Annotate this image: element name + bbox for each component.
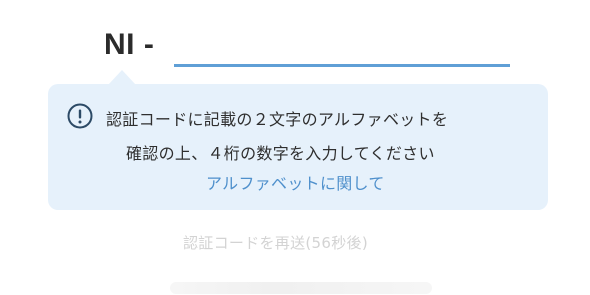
code-entry-row: NI -: [104, 26, 514, 72]
alphabet-help-link[interactable]: アルファベットに関して: [206, 170, 385, 194]
code-input[interactable]: [174, 30, 510, 67]
resend-code-button[interactable]: 認証コードを再送(56秒後): [183, 232, 368, 253]
tooltip-message-line1: 認証コードに記載の２文字のアルファベットを: [106, 110, 449, 129]
tooltip-message-line2: 確認の上、４桁の数字を入力してください: [126, 144, 435, 163]
faded-text-placeholder: [170, 282, 432, 294]
code-prefix: NI -: [104, 28, 155, 61]
tooltip-arrow: [108, 70, 136, 85]
info-icon: [67, 103, 93, 129]
